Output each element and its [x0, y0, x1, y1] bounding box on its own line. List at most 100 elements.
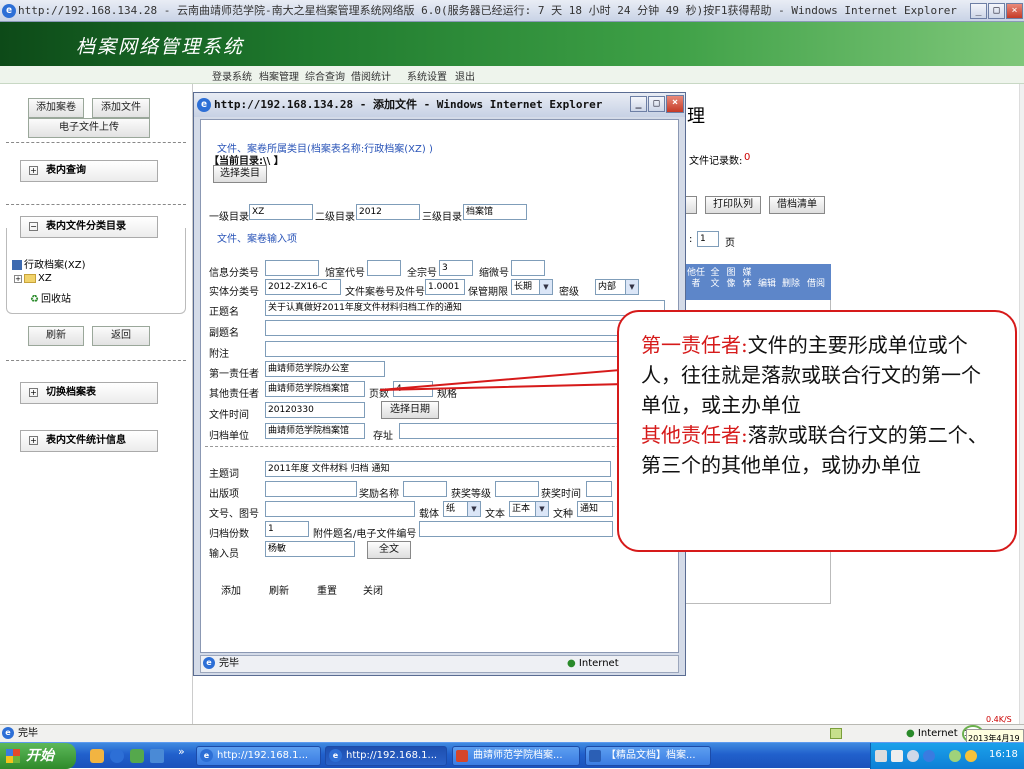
micro-input[interactable]	[511, 260, 545, 276]
tray-icon[interactable]	[923, 750, 935, 762]
subject-input[interactable]: 2011年度 文件材料 归档 通知	[265, 461, 611, 477]
tray-icon[interactable]	[949, 750, 961, 762]
copies-input[interactable]: 1	[265, 521, 309, 537]
award-time-input[interactable]	[586, 481, 612, 497]
page-input[interactable]: 1	[697, 231, 719, 247]
task-ie-1[interactable]: e http://192.168.1...	[196, 746, 321, 766]
task-doc[interactable]: 【精品文档】档案...	[585, 746, 711, 766]
section-query[interactable]: + 表内查询	[20, 160, 158, 182]
menu-query[interactable]: 综合查询	[305, 68, 345, 83]
task-ppt[interactable]: 曲靖师范学院档案...	[452, 746, 580, 766]
retention-label: 保管期限	[468, 287, 508, 298]
divider	[6, 360, 186, 361]
first-resp-label: 第一责任者	[209, 369, 259, 380]
menu-login[interactable]: 登录系统	[212, 68, 252, 83]
other-resp-input[interactable]: 曲靖师范学院档案馆	[265, 381, 365, 397]
action-button[interactable]	[685, 196, 697, 214]
entity-class-input[interactable]: 2012-ZX16-C	[265, 279, 341, 295]
ie-quicklaunch-icon[interactable]	[110, 749, 124, 763]
file-time-input[interactable]: 20120330	[265, 402, 365, 418]
note-input[interactable]	[265, 341, 665, 357]
level1-input[interactable]: XZ	[249, 204, 313, 220]
maximize-icon[interactable]: □	[648, 96, 665, 112]
tray-icon[interactable]	[907, 750, 919, 762]
award-label: 奖励名称	[359, 489, 399, 500]
minimize-icon[interactable]: _	[970, 3, 987, 19]
ie-icon: e	[329, 749, 342, 762]
level2-input[interactable]: 2012	[356, 204, 420, 220]
attach-input[interactable]	[419, 521, 613, 537]
level3-input[interactable]: 档案馆	[463, 204, 527, 220]
net-speed: 0.4K/S	[986, 715, 1012, 724]
tree-item-recycle-label: 回收站	[40, 294, 71, 305]
text-select[interactable]: 正本 ▼	[509, 501, 549, 517]
add-volume-button[interactable]: 添加案卷	[28, 98, 84, 118]
refresh-button[interactable]: 刷新	[257, 584, 301, 602]
award-level-input[interactable]	[495, 481, 539, 497]
choose-date-button[interactable]: 选择日期	[381, 401, 439, 419]
close-icon[interactable]: ×	[666, 95, 684, 113]
tree-item-xz[interactable]: + XZ	[14, 273, 52, 284]
close-icon[interactable]: ×	[1006, 3, 1023, 19]
upload-file-button[interactable]: 电子文件上传	[28, 118, 150, 138]
maximize-icon[interactable]: □	[988, 3, 1005, 19]
borrow-list-button[interactable]: 借档清单	[769, 196, 825, 214]
keyboard-icon[interactable]	[875, 750, 887, 762]
choose-category-button[interactable]: 选择类目	[213, 165, 267, 183]
expand-icon: +	[29, 387, 38, 397]
section-stats-label: 表内文件统计信息	[46, 435, 126, 446]
col-header: 图像	[726, 268, 736, 289]
location-label: 存址	[373, 431, 393, 442]
menu-settings[interactable]: 系统设置	[407, 68, 447, 83]
close-button[interactable]: 关闭	[351, 584, 395, 602]
title-input[interactable]: 关于认真做好2011年度文件材料归档工作的通知	[265, 300, 665, 316]
back-button[interactable]: 返回	[92, 326, 150, 346]
quicklaunch-icon[interactable]	[150, 749, 164, 763]
help-icon[interactable]	[891, 750, 903, 762]
refresh-button[interactable]: 刷新	[28, 326, 84, 346]
print-queue-button[interactable]: 打印队列	[705, 196, 761, 214]
fulltext-button[interactable]: 全文	[367, 541, 411, 559]
ie-icon: e	[2, 4, 16, 18]
doc-no-input[interactable]	[265, 501, 415, 517]
scrollbar[interactable]	[1019, 84, 1024, 724]
entry-input[interactable]: 杨敏	[265, 541, 355, 557]
start-button[interactable]: 开始	[0, 743, 76, 769]
menu-archive[interactable]: 档案管理	[259, 68, 299, 83]
record-count-label: 文件记录数:	[689, 156, 743, 167]
level3-label: 三级目录	[422, 212, 462, 223]
type-select[interactable]: 通知	[577, 501, 613, 517]
section-stats[interactable]: + 表内文件统计信息	[20, 430, 158, 452]
add-button[interactable]: 添加	[209, 584, 253, 602]
add-file-button[interactable]: 添加文件	[92, 98, 150, 118]
archive-unit-input[interactable]: 曲靖师范学院档案馆	[265, 423, 365, 439]
reset-button[interactable]: 重置	[305, 584, 349, 602]
secret-select[interactable]: 内部 ▼	[595, 279, 639, 295]
task-ie-2[interactable]: e http://192.168.1...	[325, 746, 447, 766]
quicklaunch-icon[interactable]	[130, 749, 144, 763]
info-class-input[interactable]	[265, 260, 319, 276]
location-input[interactable]	[399, 423, 619, 439]
tree-item-recycle[interactable]: ♻ 回收站	[30, 290, 71, 305]
publish-input[interactable]	[265, 481, 357, 497]
award-input[interactable]	[403, 481, 447, 497]
chevron-right-icon[interactable]: »	[178, 745, 185, 758]
file-no-input[interactable]: 1.0001	[425, 279, 465, 295]
chevron-down-icon: ▼	[625, 280, 638, 294]
menu-borrow[interactable]: 借阅统计	[351, 68, 391, 83]
fonds-input[interactable]: 3	[439, 260, 473, 276]
section-switch[interactable]: + 切换档案表	[20, 382, 158, 404]
entity-class-label: 实体分类号	[209, 287, 259, 298]
first-resp-input[interactable]: 曲靖师范学院办公室	[265, 361, 385, 377]
tree-root[interactable]: 行政档案(XZ)	[12, 256, 86, 271]
shield-icon[interactable]	[965, 750, 977, 762]
menu-exit[interactable]: 退出	[455, 68, 475, 83]
type-value: 通知	[580, 504, 599, 514]
carrier-select[interactable]: 纸 ▼	[443, 501, 481, 517]
room-code-input[interactable]	[367, 260, 401, 276]
minimize-icon[interactable]: _	[630, 96, 647, 112]
retention-select[interactable]: 长期 ▼	[511, 279, 553, 295]
quicklaunch-icon[interactable]	[90, 749, 104, 763]
subtitle-input[interactable]	[265, 320, 665, 336]
ie-icon: e	[200, 749, 213, 762]
